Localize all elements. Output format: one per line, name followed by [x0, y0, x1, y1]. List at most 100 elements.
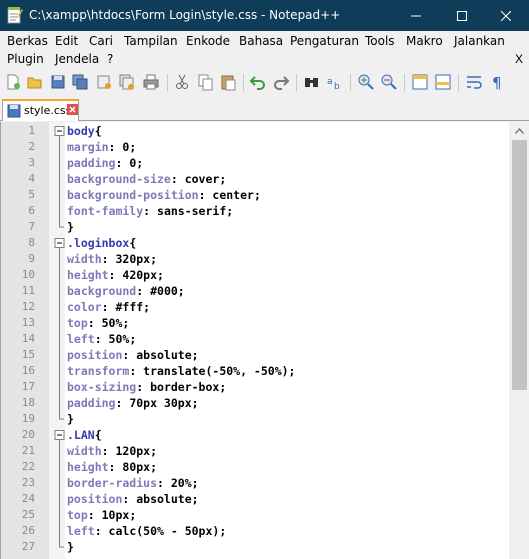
code-text: left: calc(50% - 50px);: [67, 523, 226, 539]
new-file-icon[interactable]: [4, 73, 22, 91]
code-line[interactable]: 19}: [1, 411, 509, 427]
menu-makro[interactable]: Makro: [406, 34, 443, 48]
scroll-up-button[interactable]: [509, 122, 529, 139]
svg-text:a: a: [327, 77, 333, 87]
maximize-button[interactable]: [439, 0, 485, 31]
css-property: color: [67, 300, 102, 314]
minimize-button[interactable]: [393, 0, 439, 31]
code-line[interactable]: 15 position: absolute;: [1, 347, 509, 363]
vertical-scrollbar[interactable]: [509, 122, 529, 559]
code-editor[interactable]: 1 body{2 margin: 0; 3 padding: 0; 4 background…: [0, 122, 529, 559]
css-value: : 420px;: [108, 268, 164, 282]
menu-jalankan[interactable]: Jalankan: [454, 34, 505, 48]
menu-tampilan[interactable]: Tampilan: [124, 34, 178, 48]
print-icon[interactable]: [142, 73, 160, 91]
code-line[interactable]: 26 left: calc(50% - 50px);: [1, 523, 509, 539]
menu-cari[interactable]: Cari: [89, 34, 113, 48]
code-line[interactable]: 18 padding: 70px 30px;: [1, 395, 509, 411]
fold-line: [59, 363, 60, 379]
show-all-characters-icon[interactable]: ¶: [488, 73, 506, 91]
code-text: font-family: sans-serif;: [67, 203, 233, 219]
fold-line: [59, 315, 60, 331]
fold-line: [59, 139, 60, 155]
css-value: : 20%;: [157, 476, 199, 490]
code-line[interactable]: 25 top: 10px;: [1, 507, 509, 523]
code-line[interactable]: 7}: [1, 219, 509, 235]
open-file-icon[interactable]: [26, 73, 44, 91]
code-line[interactable]: 14 left: 50%;: [1, 331, 509, 347]
cut-icon[interactable]: [173, 73, 191, 91]
fold-line: [59, 171, 60, 187]
close-document-x[interactable]: X: [515, 52, 523, 66]
tab-style-css[interactable]: style.css: [2, 99, 79, 121]
menu-tools[interactable]: Tools: [365, 34, 395, 48]
menu-bahasa[interactable]: Bahasa: [239, 34, 283, 48]
css-selector: .loginbox: [67, 236, 130, 250]
css-property: border-radius: [67, 476, 158, 490]
save-all-icon[interactable]: [71, 73, 89, 91]
code-line[interactable]: 24 position: absolute;: [1, 491, 509, 507]
menu-berkas[interactable]: Berkas: [7, 34, 48, 48]
menu-enkode[interactable]: Enkode: [186, 34, 230, 48]
close-window-button[interactable]: [483, 0, 529, 31]
zoom-in-icon[interactable]: [357, 73, 375, 91]
code-line[interactable]: 22 height: 80px;: [1, 459, 509, 475]
find-icon[interactable]: [303, 73, 321, 91]
redo-icon[interactable]: [272, 73, 290, 91]
line-number: 8: [28, 236, 35, 249]
toolbar-separator: [458, 74, 459, 91]
fold-toggle-icon[interactable]: [54, 235, 65, 251]
menu-pengaturan[interactable]: Pengaturan: [290, 34, 359, 48]
code-line[interactable]: 4 background-size: cover;: [1, 171, 509, 187]
sync-vertical-icon[interactable]: [411, 73, 429, 91]
css-brace: {: [94, 428, 102, 442]
save-icon[interactable]: [49, 73, 67, 91]
code-line[interactable]: 27}: [1, 539, 509, 555]
code-line[interactable]: 6 font-family: sans-serif;: [1, 203, 509, 219]
code-line[interactable]: 8 .loginbox{: [1, 235, 509, 251]
menu-edit[interactable]: Edit: [55, 34, 78, 48]
css-property: width: [67, 252, 102, 266]
code-line[interactable]: 3 padding: 0;: [1, 155, 509, 171]
close-all-icon[interactable]: [118, 73, 136, 91]
fold-line: [59, 155, 60, 171]
code-line[interactable]: 23 border-radius: 20%;: [1, 475, 509, 491]
code-line[interactable]: 11 background: #000;: [1, 283, 509, 299]
line-number: 7: [28, 220, 35, 233]
close-file-icon[interactable]: [95, 73, 113, 91]
code-line[interactable]: 10 height: 420px;: [1, 267, 509, 283]
copy-icon[interactable]: [196, 73, 214, 91]
css-value: : translate(-50%, -50%);: [129, 364, 296, 378]
paste-icon[interactable]: [219, 73, 237, 91]
scrollbar-thumb[interactable]: [512, 140, 527, 390]
menu-plugin[interactable]: Plugin: [7, 52, 44, 66]
fold-toggle-icon[interactable]: [54, 427, 65, 443]
word-wrap-icon[interactable]: [465, 73, 483, 91]
code-line[interactable]: 12 color: #fff;: [1, 299, 509, 315]
code-line[interactable]: 5 background-position: center;: [1, 187, 509, 203]
tab-close-icon[interactable]: [67, 104, 78, 115]
css-property: width: [67, 444, 102, 458]
code-text: .loginbox{: [67, 235, 136, 251]
menu-help[interactable]: ?: [107, 52, 113, 66]
menu-jendela[interactable]: Jendela: [55, 52, 99, 66]
code-line[interactable]: 20 .LAN{: [1, 427, 509, 443]
chevron-up-icon: [515, 127, 524, 134]
code-line[interactable]: 2 margin: 0;: [1, 139, 509, 155]
sync-horizontal-icon[interactable]: [434, 73, 452, 91]
code-text: transform: translate(-50%, -50%);: [67, 363, 295, 379]
window-title: C:\xampp\htdocs\Form Login\style.css - N…: [29, 8, 341, 22]
line-number: 1: [28, 124, 35, 137]
code-line[interactable]: 17 box-sizing: border-box;: [1, 379, 509, 395]
fold-line: [59, 379, 60, 395]
undo-icon[interactable]: [249, 73, 267, 91]
code-line[interactable]: 1 body{: [1, 123, 509, 139]
code-line[interactable]: 13 top: 50%;: [1, 315, 509, 331]
replace-icon[interactable]: ab: [326, 73, 344, 91]
code-line[interactable]: 21 width: 120px;: [1, 443, 509, 459]
zoom-out-icon[interactable]: [380, 73, 398, 91]
fold-toggle-icon[interactable]: [54, 123, 65, 139]
code-line[interactable]: 9 width: 320px;: [1, 251, 509, 267]
code-line[interactable]: 16 transform: translate(-50%, -50%);: [1, 363, 509, 379]
css-property: height: [67, 268, 109, 282]
